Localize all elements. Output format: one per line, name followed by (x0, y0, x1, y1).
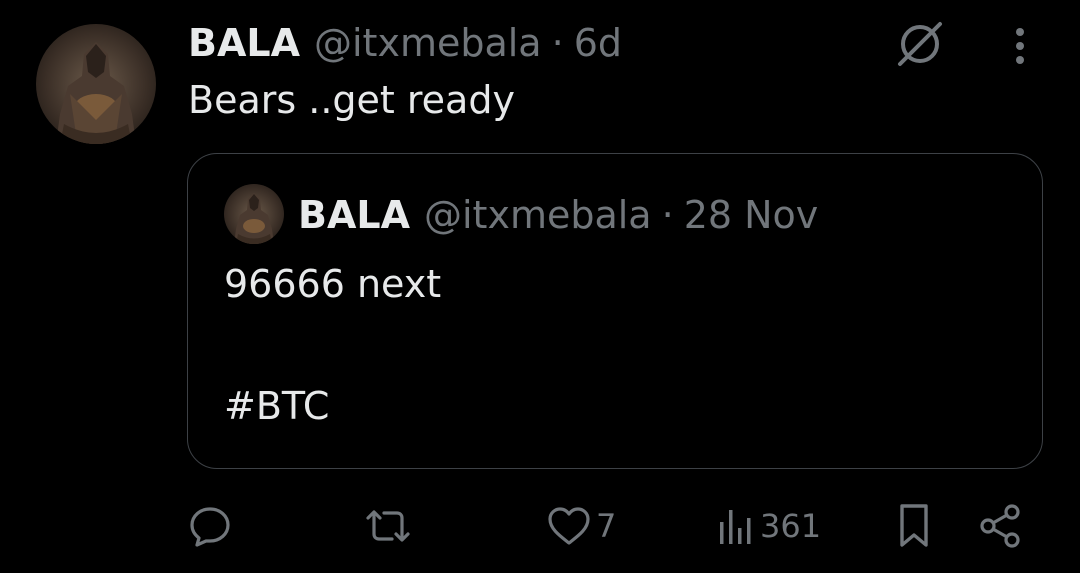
author-name[interactable]: BALA (188, 21, 300, 65)
bookmark-icon (900, 504, 928, 547)
grok-icon (898, 22, 942, 66)
share-button[interactable] (976, 498, 1024, 554)
share-icon (980, 504, 1020, 548)
post-text: Bears ..get ready (188, 78, 515, 122)
views-count: 361 (760, 507, 822, 545)
views-icon (720, 510, 751, 544)
tweet[interactable]: BALA @itxmebala · 6d Bears ..get ready B… (0, 0, 1080, 573)
separator: · (551, 21, 564, 65)
separator: · (661, 193, 674, 237)
repost-icon (366, 510, 410, 542)
quoted-post-card[interactable]: BALA @itxmebala · 28 Nov 96666 next #BTC (187, 153, 1043, 469)
author-handle[interactable]: @itxmebala (314, 21, 542, 65)
like-count: 7 (596, 507, 617, 545)
reply-button[interactable] (188, 498, 232, 554)
quoted-post-time: 28 Nov (683, 193, 819, 237)
quoted-author-avatar[interactable] (224, 184, 284, 244)
more-vertical-icon (1016, 28, 1024, 64)
like-button[interactable]: 7 (546, 498, 616, 554)
quoted-author-name: BALA (298, 193, 410, 237)
post-header: BALA @itxmebala · 6d (188, 18, 622, 68)
bookmark-button[interactable] (894, 498, 934, 554)
post-time[interactable]: 6d (574, 21, 622, 65)
quoted-post-text-line1: 96666 next (224, 262, 442, 306)
action-bar: 7 361 (0, 498, 1080, 554)
author-avatar[interactable] (36, 24, 156, 144)
more-button[interactable] (1000, 22, 1040, 70)
quoted-author-handle: @itxmebala (424, 193, 652, 237)
quoted-post-hashtag[interactable]: #BTC (224, 384, 329, 428)
reply-icon (190, 507, 230, 547)
repost-button[interactable] (362, 498, 414, 554)
quoted-post-header: BALA @itxmebala · 28 Nov (298, 188, 818, 242)
grok-button[interactable] (890, 16, 950, 72)
views-button[interactable]: 361 (716, 498, 821, 554)
like-icon (548, 507, 590, 545)
